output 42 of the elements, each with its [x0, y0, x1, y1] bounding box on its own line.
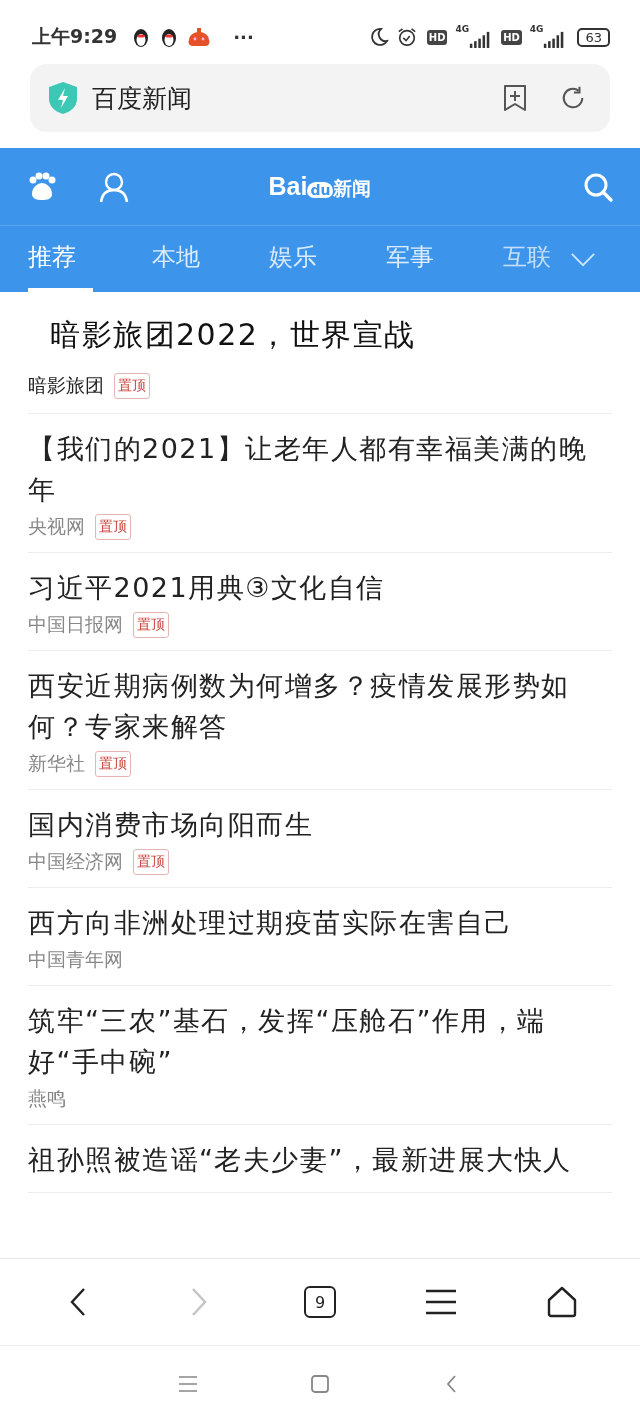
- article-title[interactable]: 筑牢“三农”基石，发挥“压舱石”作用，端好“手中碗”: [28, 1000, 612, 1082]
- shield-icon: [48, 81, 78, 115]
- pinned-tag: 置顶: [114, 373, 150, 399]
- article-title[interactable]: 习近平2021用典③文化自信: [28, 567, 612, 608]
- pinned-tag: 置顶: [133, 612, 169, 638]
- hd-badge: HD: [501, 29, 522, 45]
- status-time: 上午9:29: [32, 24, 118, 49]
- hd-badge: HD: [426, 29, 448, 45]
- network-label: 4G: [529, 24, 544, 34]
- article-title[interactable]: 暗影旅团2022，世界宣战: [28, 314, 612, 355]
- chevron-down-icon[interactable]: [570, 251, 596, 267]
- article-source: 暗影旅团: [28, 373, 104, 398]
- signal-icon: [469, 30, 492, 48]
- tab-count-button[interactable]: 9: [304, 1286, 336, 1318]
- bookmark-add-icon[interactable]: [502, 84, 528, 112]
- signal-icon: [543, 30, 566, 48]
- network-label: 4G: [455, 24, 470, 34]
- pinned-tag: 置顶: [95, 751, 131, 777]
- battery-level: 63: [577, 27, 610, 47]
- address-bar[interactable]: 百度新闻: [30, 64, 610, 132]
- article-title[interactable]: 西方向非洲处理过期疫苗实际在害自己: [28, 902, 612, 943]
- article-source: 中国青年网: [28, 947, 123, 972]
- alarm-icon: [396, 26, 417, 48]
- moon-icon: [368, 26, 389, 48]
- article-source: 中国日报网: [28, 612, 123, 637]
- article-title[interactable]: 祖孙照被造谣“老夫少妻”，最新进展大快人: [28, 1139, 612, 1180]
- home-button-icon[interactable]: [310, 1374, 330, 1394]
- pinned-tag: 置顶: [95, 514, 131, 540]
- baidu-news-logo: Bai du 新闻: [267, 171, 373, 202]
- article-source: 新华社: [28, 751, 85, 776]
- user-icon[interactable]: [98, 170, 130, 203]
- pinned-tag: 置顶: [133, 849, 169, 875]
- article-source: 燕鸣: [28, 1086, 66, 1111]
- app-icon: [187, 26, 212, 48]
- more-notifications: ···: [233, 26, 254, 48]
- home-icon[interactable]: [545, 1286, 578, 1318]
- article-title[interactable]: 西安近期病例数为何增多？疫情发展形势如何？专家来解答: [28, 665, 612, 747]
- page-title: 百度新闻: [92, 82, 193, 115]
- article-title[interactable]: 国内消费市场向阳而生: [28, 804, 612, 845]
- article-source: 央视网: [28, 514, 85, 539]
- article-title[interactable]: 【我们的2021】让老年人都有幸福美满的晚年: [28, 428, 612, 510]
- article-source: 中国经济网: [28, 849, 123, 874]
